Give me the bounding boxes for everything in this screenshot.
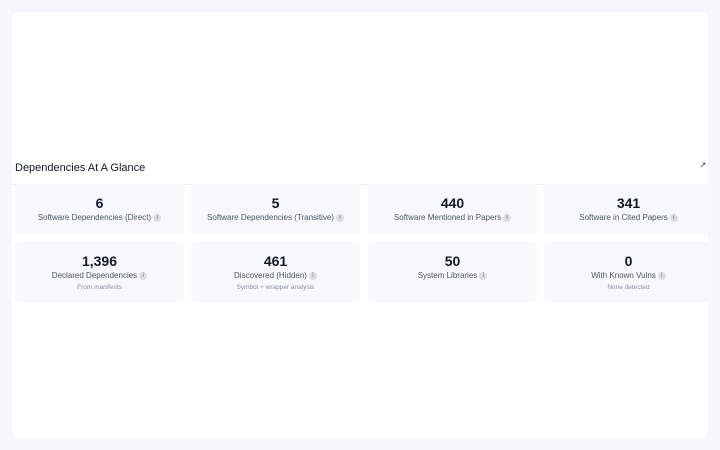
stat-card-software-in-papers: 440 Software Mentioned in Papers i bbox=[368, 184, 537, 234]
stat-card-system-libraries: 50 System Libraries i bbox=[368, 242, 537, 302]
stat-value: 6 bbox=[95, 195, 104, 211]
stat-label: Software Mentioned in Papers bbox=[393, 213, 502, 222]
dependencies-panel: Dependencies At A Glance 6 Software Depe… bbox=[12, 12, 708, 438]
info-icon[interactable]: i bbox=[479, 271, 488, 280]
info-icon[interactable]: i bbox=[308, 271, 317, 280]
info-icon[interactable]: i bbox=[669, 213, 678, 222]
section-header: Dependencies At A Glance bbox=[12, 152, 708, 185]
stat-label: Software Dependencies (Transitive) bbox=[207, 213, 334, 222]
stat-label: With Known Vulns bbox=[591, 271, 656, 280]
stat-label: Software Dependencies (Direct) bbox=[37, 213, 152, 222]
stat-subtext: Symbol + wrapper analysis bbox=[236, 284, 315, 291]
stat-card-known-vulns: 0 With Known Vulns i None detected bbox=[544, 242, 708, 302]
stat-subtext: From manifests bbox=[77, 284, 122, 291]
info-icon[interactable]: i bbox=[503, 213, 512, 222]
stat-card-declared-deps: 1,396 Declared Dependencies i From manife… bbox=[15, 242, 184, 302]
stat-card-discovered-hidden: 461 Discovered (Hidden) i Symbol + wrappe… bbox=[191, 242, 360, 302]
section-title: Dependencies At A Glance bbox=[15, 162, 146, 174]
stat-value: 341 bbox=[616, 195, 641, 211]
stat-label: Discovered (Hidden) bbox=[234, 271, 307, 280]
stat-value: 440 bbox=[440, 195, 465, 211]
stat-card-direct-deps: 6 Software Dependencies (Direct) i bbox=[15, 184, 184, 234]
info-icon[interactable]: i bbox=[335, 213, 344, 222]
stat-value: 1,396 bbox=[81, 253, 118, 269]
stat-label: Declared Dependencies bbox=[51, 271, 138, 280]
stat-value: 461 bbox=[263, 253, 288, 269]
info-icon[interactable]: i bbox=[139, 271, 148, 280]
stat-card-software-in-cited-papers: 341 Software in Cited Papers i bbox=[544, 184, 708, 234]
stat-value: 0 bbox=[624, 253, 633, 269]
stat-card-transitive-deps: 5 Software Dependencies (Transitive) i bbox=[191, 184, 360, 234]
expand-icon[interactable] bbox=[698, 160, 708, 170]
stat-value: 5 bbox=[271, 195, 280, 211]
stat-value: 50 bbox=[444, 253, 461, 269]
info-icon[interactable]: i bbox=[657, 271, 666, 280]
stat-subtext: None detected bbox=[607, 284, 650, 291]
info-icon[interactable]: i bbox=[153, 213, 162, 222]
stat-label: System Libraries bbox=[417, 271, 478, 280]
stat-label: Software in Cited Papers bbox=[579, 213, 668, 222]
